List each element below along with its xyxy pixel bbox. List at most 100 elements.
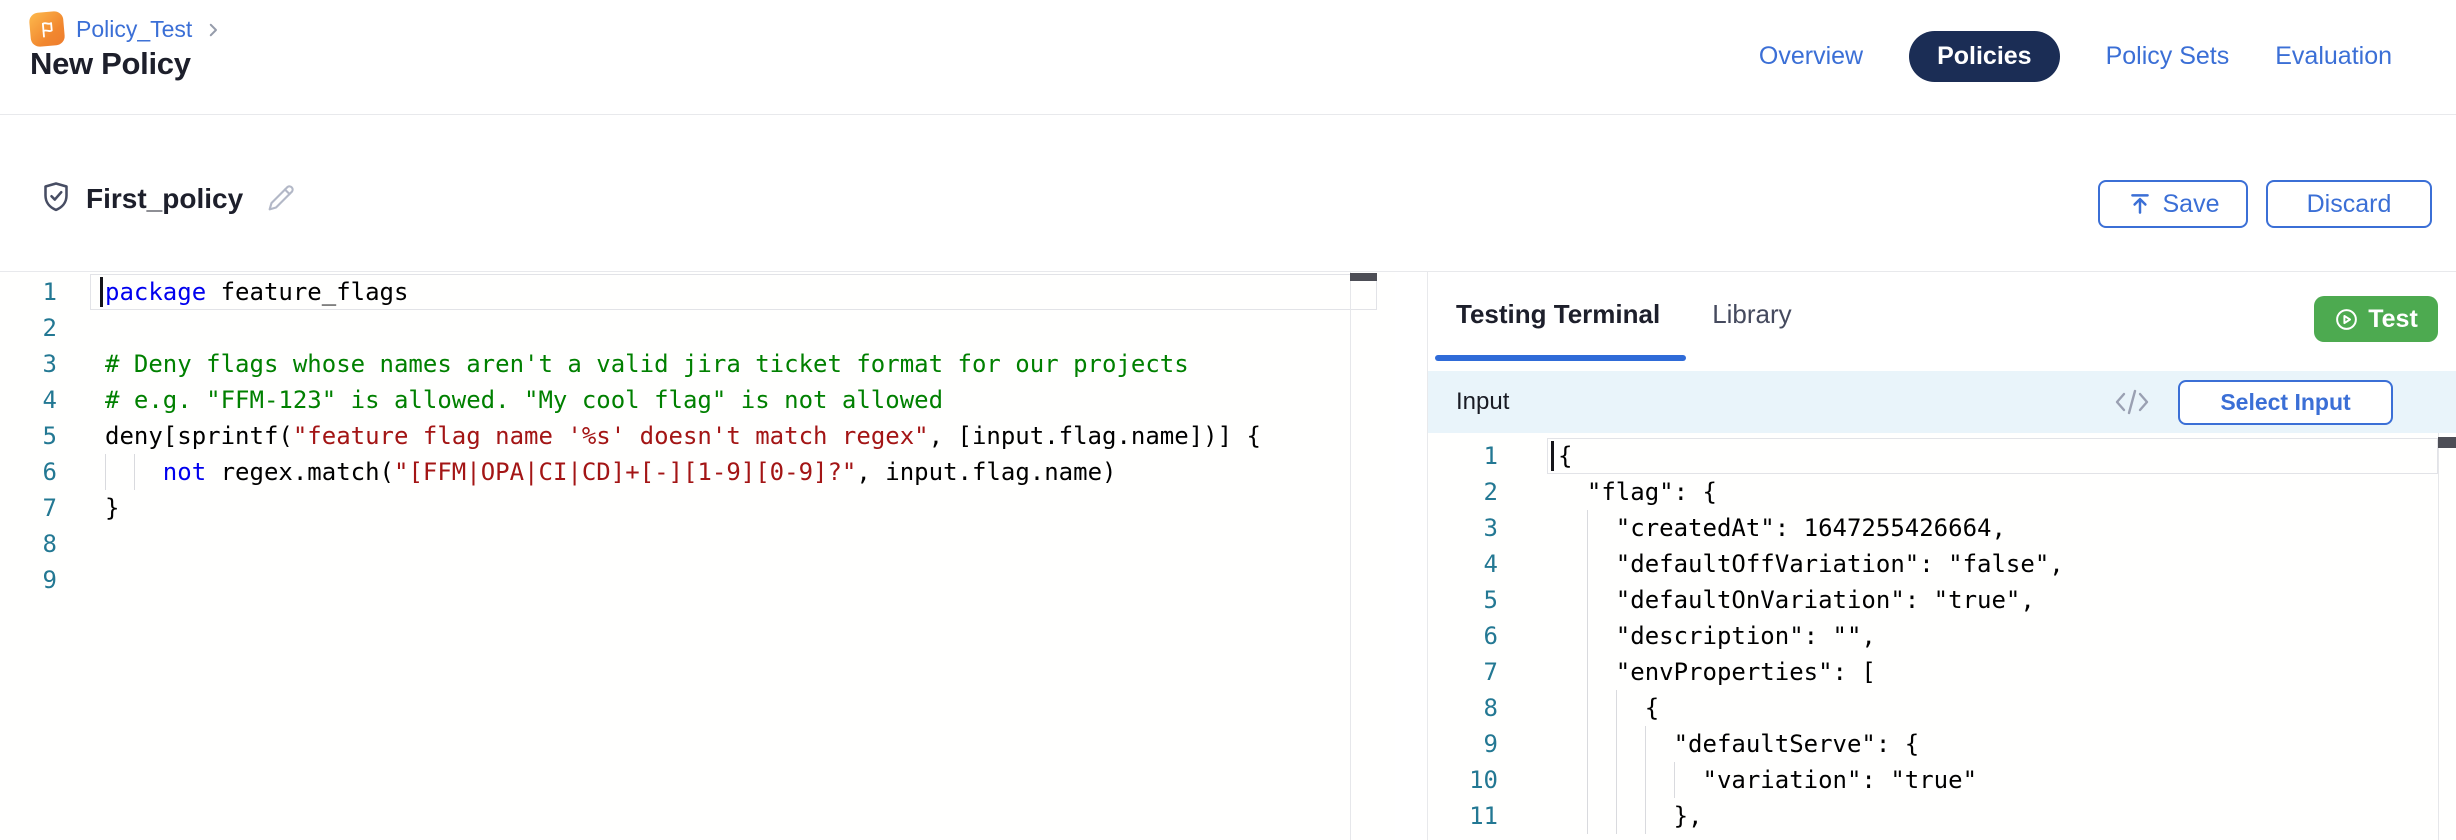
line-number: 7 bbox=[0, 490, 90, 526]
code-text: } bbox=[105, 490, 119, 526]
line-number: 6 bbox=[1428, 618, 1498, 654]
module-nav-tabs: Overview Policies Policy Sets Evaluation bbox=[1759, 30, 2392, 82]
line-number: 10 bbox=[1428, 762, 1498, 798]
code-text: "flag": { bbox=[1558, 474, 1717, 510]
breadcrumb: Policy_Test bbox=[30, 12, 222, 46]
shield-check-icon bbox=[38, 179, 74, 220]
line-number: 9 bbox=[1428, 726, 1498, 762]
code-text: { bbox=[1558, 438, 1572, 474]
line-number: 1 bbox=[0, 274, 90, 310]
code-line: 10 "variation": "true" bbox=[1428, 762, 2456, 798]
code-line: 6 not regex.match("[FFM|OPA|CI|CD]+[-][1… bbox=[0, 454, 1395, 490]
line-number: 5 bbox=[1428, 582, 1498, 618]
line-number: 8 bbox=[1428, 690, 1498, 726]
code-text: "envProperties": [ bbox=[1558, 654, 1876, 690]
save-button-label: Save bbox=[2163, 190, 2220, 219]
edit-pencil-icon[interactable] bbox=[264, 181, 298, 220]
discard-button-label: Discard bbox=[2307, 190, 2392, 219]
code-line: 1{ bbox=[1428, 438, 2456, 474]
line-number: 1 bbox=[1428, 438, 1498, 474]
line-number: 8 bbox=[0, 526, 90, 562]
code-text: # Deny flags whose names aren't a valid … bbox=[105, 346, 1189, 382]
line-number: 3 bbox=[1428, 510, 1498, 546]
nav-tab-overview[interactable]: Overview bbox=[1759, 42, 1863, 71]
code-line: 8 { bbox=[1428, 690, 2456, 726]
code-line: 7} bbox=[0, 490, 1395, 526]
code-text: "variation": "true" bbox=[1558, 762, 1977, 798]
input-header-bar: Input Select Input bbox=[1428, 371, 2456, 433]
testing-panel: Testing Terminal Library Test Input Selec… bbox=[1427, 272, 2456, 840]
panel-tab-testing-terminal[interactable]: Testing Terminal bbox=[1456, 299, 1660, 330]
line-number: 4 bbox=[1428, 546, 1498, 582]
breadcrumb-project-link[interactable]: Policy_Test bbox=[76, 16, 192, 43]
input-label: Input bbox=[1456, 388, 1509, 416]
code-line: 1 package feature_flags bbox=[0, 274, 1395, 310]
rego-scrollbar-thumb[interactable] bbox=[1350, 273, 1377, 281]
code-line: 3 "createdAt": 1647255426664, bbox=[1428, 510, 2456, 546]
active-tab-underline bbox=[1435, 355, 1686, 361]
code-text: deny[sprintf("feature flag name '%s' doe… bbox=[105, 418, 1261, 454]
feature-flags-module-icon bbox=[29, 11, 66, 48]
policy-editor-page: Policy_Test New Policy Overview Policies P… bbox=[0, 0, 2456, 840]
nav-tab-evaluation[interactable]: Evaluation bbox=[2275, 42, 2392, 71]
line-number: 7 bbox=[1428, 654, 1498, 690]
input-json-lines: 1{2 "flag": {3 "createdAt": 164725542666… bbox=[1428, 438, 2456, 834]
input-json-editor[interactable]: 1{2 "flag": {3 "createdAt": 164725542666… bbox=[1428, 433, 2456, 840]
code-line: 9 "defaultServe": { bbox=[1428, 726, 2456, 762]
line-number: 2 bbox=[1428, 474, 1498, 510]
text-cursor bbox=[100, 277, 103, 307]
code-line: 5 "defaultOnVariation": "true", bbox=[1428, 582, 2456, 618]
code-line: 11 }, bbox=[1428, 798, 2456, 834]
current-line-highlight bbox=[1547, 438, 2438, 474]
play-circle-icon bbox=[2334, 307, 2359, 332]
line-number: 2 bbox=[0, 310, 90, 346]
test-button[interactable]: Test bbox=[2314, 296, 2438, 342]
code-line: 6 "description": "", bbox=[1428, 618, 2456, 654]
code-text: { bbox=[1558, 690, 1659, 726]
line-number: 5 bbox=[0, 418, 90, 454]
input-scrollbar-track[interactable] bbox=[2438, 433, 2439, 840]
code-text: "description": "", bbox=[1558, 618, 1876, 654]
header-divider bbox=[0, 114, 2456, 115]
code-text: # e.g. "FFM-123" is allowed. "My cool fl… bbox=[105, 382, 943, 418]
rego-scrollbar-track[interactable] bbox=[1350, 272, 1351, 840]
select-input-button[interactable]: Select Input bbox=[2178, 380, 2393, 425]
code-line: 8 bbox=[0, 526, 1395, 562]
upload-icon bbox=[2127, 191, 2153, 217]
code-icon[interactable] bbox=[2112, 387, 2152, 417]
panel-tabs: Testing Terminal Library bbox=[1456, 299, 1792, 330]
code-line: 3 # Deny flags whose names aren't a valid… bbox=[0, 346, 1395, 382]
chevron-right-icon bbox=[204, 21, 222, 39]
code-line: 2 "flag": { bbox=[1428, 474, 2456, 510]
code-text: package feature_flags bbox=[105, 274, 408, 310]
code-text: "defaultServe": { bbox=[1558, 726, 1919, 762]
code-text: "createdAt": 1647255426664, bbox=[1558, 510, 2006, 546]
code-line: 4 "defaultOffVariation": "false", bbox=[1428, 546, 2456, 582]
line-number: 9 bbox=[0, 562, 90, 598]
rego-code-editor[interactable]: 1 package feature_flags 23 # Deny flags who… bbox=[0, 272, 1395, 840]
code-text: "defaultOffVariation": "false", bbox=[1558, 546, 2064, 582]
page-title: New Policy bbox=[30, 46, 191, 82]
test-button-label: Test bbox=[2368, 305, 2418, 334]
nav-tab-policies[interactable]: Policies bbox=[1909, 31, 2060, 82]
code-line: 9 bbox=[0, 562, 1395, 598]
code-text: "defaultOnVariation": "true", bbox=[1558, 582, 2035, 618]
panel-tab-library[interactable]: Library bbox=[1712, 299, 1791, 330]
line-number: 11 bbox=[1428, 798, 1498, 834]
code-line: 4 # e.g. "FFM-123" is allowed. "My cool f… bbox=[0, 382, 1395, 418]
code-text: }, bbox=[1558, 798, 1703, 834]
code-line: 2 bbox=[0, 310, 1395, 346]
discard-button[interactable]: Discard bbox=[2266, 180, 2432, 228]
line-number: 6 bbox=[0, 454, 90, 490]
code-line: 5 deny[sprintf("feature flag name '%s' do… bbox=[0, 418, 1395, 454]
code-line: 7 "envProperties": [ bbox=[1428, 654, 2456, 690]
policy-name: First_policy bbox=[86, 183, 243, 215]
nav-tab-policy-sets[interactable]: Policy Sets bbox=[2106, 42, 2230, 71]
save-button[interactable]: Save bbox=[2098, 180, 2248, 228]
line-number: 3 bbox=[0, 346, 90, 382]
input-scrollbar-thumb[interactable] bbox=[2438, 437, 2456, 448]
text-cursor bbox=[1551, 441, 1554, 471]
rego-code-lines: 1 package feature_flags 23 # Deny flags who… bbox=[0, 274, 1395, 598]
code-text: not regex.match("[FFM|OPA|CI|CD]+[-][1-9… bbox=[105, 454, 1116, 490]
line-number: 4 bbox=[0, 382, 90, 418]
